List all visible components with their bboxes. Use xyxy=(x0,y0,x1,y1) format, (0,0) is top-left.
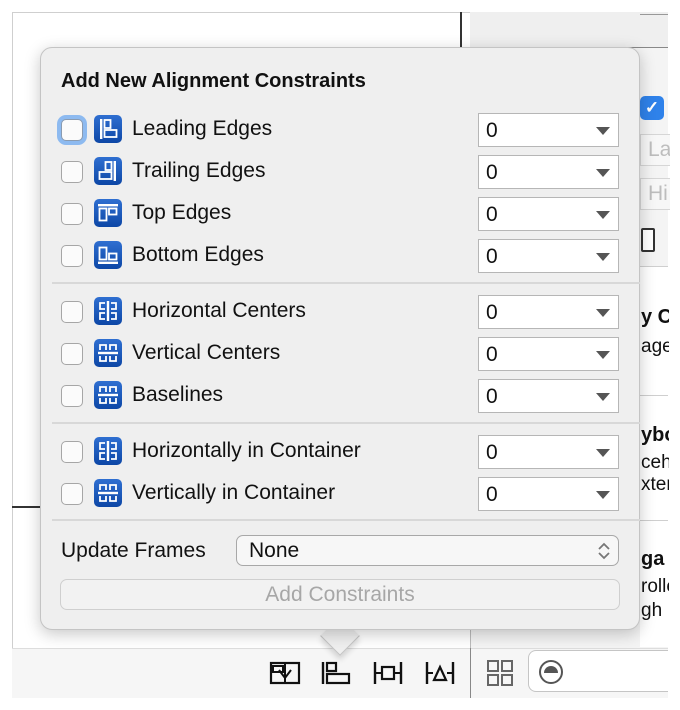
inspector-tab[interactable] xyxy=(640,12,668,15)
checkmark-icon: ✓ xyxy=(644,98,660,117)
constraint-label: Top Edges xyxy=(132,201,232,224)
constraint-checkbox[interactable] xyxy=(61,161,83,183)
dropdown-arrow-icon[interactable] xyxy=(596,211,610,219)
constraint-value: 0 xyxy=(486,119,498,142)
constraint-row: Vertical Centers 0 xyxy=(58,337,620,371)
section-separator xyxy=(52,422,640,424)
constraint-value-combo[interactable]: 0 xyxy=(478,155,619,189)
constraint-row: Bottom Edges 0 xyxy=(58,239,620,273)
constraint-label: Leading Edges xyxy=(132,117,273,140)
trailing-edges-icon xyxy=(94,157,122,185)
constraint-checkbox[interactable] xyxy=(61,119,83,141)
constraint-value-combo[interactable]: 0 xyxy=(478,435,619,469)
constraint-label: Bottom Edges xyxy=(132,243,264,266)
constraint-row: Horizontal Centers 0 xyxy=(58,295,620,329)
constraint-label: Horizontal Centers xyxy=(132,299,306,322)
constraint-row: Horizontally in Container 0 xyxy=(58,435,620,469)
update-frames-select[interactable]: None xyxy=(236,535,619,566)
constraint-row: Leading Edges 0 xyxy=(58,113,620,147)
dropdown-arrow-icon[interactable] xyxy=(596,351,610,359)
constraint-row: Top Edges 0 xyxy=(58,197,620,231)
constraint-checkbox[interactable] xyxy=(61,203,83,225)
constraint-value-combo[interactable]: 0 xyxy=(478,113,619,147)
dropdown-arrow-icon[interactable] xyxy=(596,127,610,135)
library-item-desc: rolle xyxy=(641,576,669,597)
constraint-label: Baselines xyxy=(132,383,224,406)
constraint-value-combo[interactable]: 0 xyxy=(478,295,619,329)
constraint-checkbox[interactable] xyxy=(61,301,83,323)
constraint-checkbox[interactable] xyxy=(61,245,83,267)
up-down-chevron-icon xyxy=(597,541,611,561)
constraint-label: Vertically in Container xyxy=(132,481,336,504)
vertically-in-container-icon xyxy=(94,479,122,507)
popover-title: Add New Alignment Constraints xyxy=(61,70,366,92)
constraint-value-combo[interactable]: 0 xyxy=(478,379,619,413)
library-item-desc: xter xyxy=(641,474,669,495)
constraint-value-combo[interactable]: 0 xyxy=(478,197,619,231)
align-icon[interactable] xyxy=(320,660,352,686)
horizontally-in-container-icon xyxy=(94,437,122,465)
library-item-title: ybo xyxy=(641,424,669,446)
add-constraints-button[interactable]: Add Constraints xyxy=(60,579,620,610)
dropdown-arrow-icon[interactable] xyxy=(596,253,610,261)
library-item-bg xyxy=(640,267,668,395)
vertical-centers-icon xyxy=(94,339,122,367)
embed-in-stack-icon[interactable] xyxy=(269,660,301,686)
library-item-desc: age xyxy=(641,336,669,357)
constraint-value-combo[interactable]: 0 xyxy=(478,239,619,273)
library-item-title: ga xyxy=(641,548,665,570)
constraint-value: 0 xyxy=(486,203,498,226)
constraint-label: Trailing Edges xyxy=(132,159,266,182)
update-frames-label: Update Frames xyxy=(61,539,206,562)
toolbar-separator xyxy=(470,648,471,698)
horizontal-centers-icon xyxy=(94,297,122,325)
constraint-checkbox[interactable] xyxy=(61,343,83,365)
constraint-value: 0 xyxy=(486,385,498,408)
inspector-header xyxy=(470,12,668,48)
resolve-auto-layout-icon[interactable] xyxy=(424,660,456,686)
constraint-checkbox[interactable] xyxy=(61,441,83,463)
section-separator xyxy=(52,282,640,284)
constraint-checkbox[interactable] xyxy=(61,385,83,407)
constraint-checkbox[interactable] xyxy=(61,483,83,505)
library-item-desc: gh xyxy=(641,600,663,621)
dropdown-arrow-icon[interactable] xyxy=(596,169,610,177)
constraint-value: 0 xyxy=(486,301,498,324)
inspector-field-2[interactable]: Hi xyxy=(640,178,670,210)
dropdown-arrow-icon[interactable] xyxy=(596,491,610,499)
document-icon xyxy=(641,228,655,252)
canvas-edge-line xyxy=(12,506,42,508)
filter-icon xyxy=(538,659,564,685)
bottom-edges-icon xyxy=(94,241,122,269)
dropdown-arrow-icon[interactable] xyxy=(596,309,610,317)
constraint-value: 0 xyxy=(486,343,498,366)
update-frames-value: None xyxy=(249,539,300,562)
constraint-row: Baselines 0 xyxy=(58,379,620,413)
constraint-value-combo[interactable]: 0 xyxy=(478,337,619,371)
constraint-label: Vertical Centers xyxy=(132,341,281,364)
constraint-label: Horizontally in Container xyxy=(132,439,361,462)
canvas-divider xyxy=(460,12,462,48)
pin-icon[interactable] xyxy=(372,660,404,686)
constraint-value: 0 xyxy=(486,441,498,464)
library-item-title: y C xyxy=(641,306,669,328)
object-library-grid-icon[interactable] xyxy=(485,660,515,686)
dropdown-arrow-icon[interactable] xyxy=(596,393,610,401)
top-edges-icon xyxy=(94,199,122,227)
inspector-checkbox[interactable]: ✓ xyxy=(640,96,664,120)
leading-edges-icon xyxy=(94,115,122,143)
constraint-value-combo[interactable]: 0 xyxy=(478,477,619,511)
constraint-value: 0 xyxy=(486,245,498,268)
section-separator xyxy=(52,519,640,521)
constraint-row: Trailing Edges 0 xyxy=(58,155,620,189)
dropdown-arrow-icon[interactable] xyxy=(596,449,610,457)
constraint-value: 0 xyxy=(486,483,498,506)
baselines-icon xyxy=(94,381,122,409)
library-item-desc: ceh xyxy=(641,452,669,473)
constraint-row: Vertically in Container 0 xyxy=(58,477,620,511)
constraint-value: 0 xyxy=(486,161,498,184)
inspector-field-1[interactable]: La xyxy=(640,134,670,166)
